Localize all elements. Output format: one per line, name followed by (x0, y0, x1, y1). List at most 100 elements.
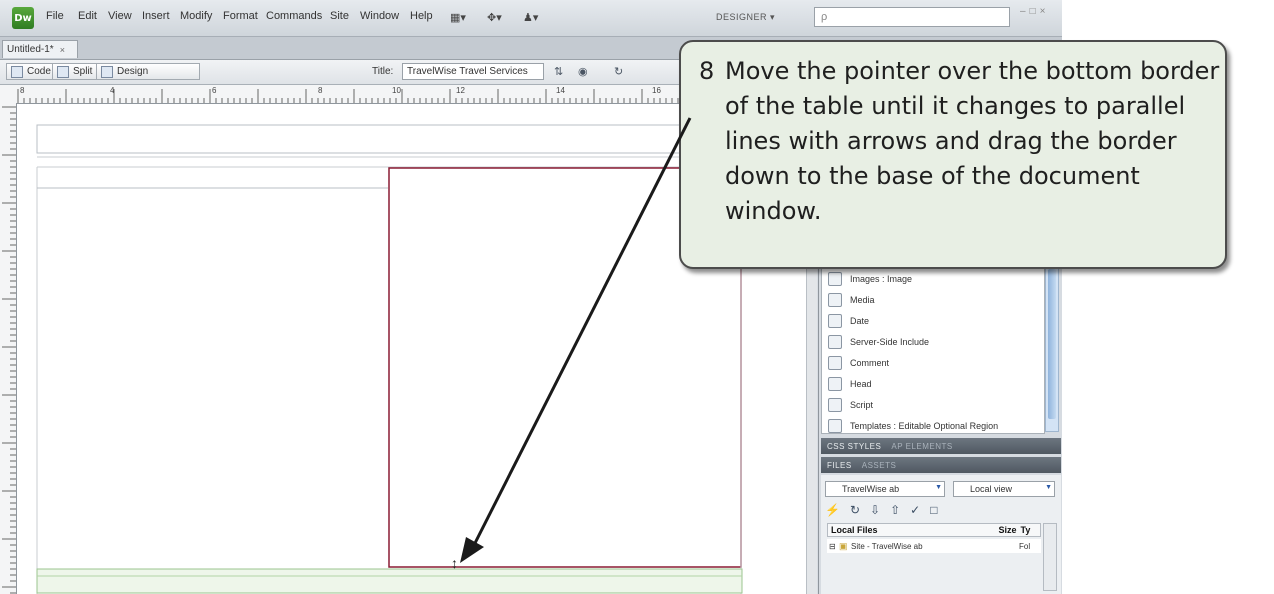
ruler-label: 4 (110, 86, 115, 95)
maximize-icon[interactable]: □ (1030, 6, 1036, 22)
insert-item-images[interactable]: Images : Image (828, 269, 912, 289)
connect-icon[interactable]: ⚡ (825, 503, 840, 517)
ruler-label: 8 (20, 86, 25, 95)
insert-item-templates[interactable]: Templates : Editable Optional Region (828, 416, 998, 436)
view-select-value: Local view (970, 484, 1013, 494)
row-type: Fol (1019, 541, 1031, 551)
insert-item-comment[interactable]: Comment (828, 353, 889, 373)
files-table-header: Local Files Size Ty (827, 523, 1041, 537)
checkout-icon[interactable]: ✓ (910, 503, 920, 517)
vertical-ruler (0, 103, 17, 594)
insert-item-date[interactable]: Date (828, 311, 869, 331)
col-local-files[interactable]: Local Files (828, 525, 958, 535)
extend-icon[interactable]: ✥▾ (487, 9, 502, 25)
panel-tab[interactable]: ASSETS (862, 461, 897, 470)
refresh-icon[interactable]: ↻ (614, 65, 623, 78)
col-size[interactable]: Size (958, 525, 1016, 535)
menu-edit[interactable]: Edit (78, 10, 97, 22)
media-icon (828, 293, 842, 307)
design-icon (101, 65, 113, 78)
header-cell (36, 124, 743, 154)
files-toolbar: ⚡ ↻ ⇩ ⇧ ✓ □ (825, 503, 937, 517)
insert-item-head[interactable]: Head (828, 374, 872, 394)
minimize-icon[interactable]: – (1020, 6, 1026, 22)
insert-item-ssi[interactable]: Server-Side Include (828, 332, 929, 352)
image-icon (828, 272, 842, 286)
workspace-switcher[interactable]: DESIGNER ▾ (716, 8, 796, 26)
panel-title: FILES (827, 460, 852, 470)
document-tab-label: Untitled-1* (7, 44, 54, 55)
item-label: Script (850, 400, 874, 410)
ruler-label: 16 (652, 86, 661, 95)
menu-help[interactable]: Help (410, 10, 433, 22)
row-label: Site - TravelWise ab (851, 541, 923, 551)
item-label: Images : Image (850, 274, 913, 284)
menu-site[interactable]: Site (330, 10, 349, 22)
server-include-icon (828, 335, 842, 349)
title-label: Title: (372, 66, 394, 77)
ruler-ticks (2, 106, 16, 594)
scroll-thumb[interactable] (1048, 269, 1056, 419)
chevron-down-icon: ▼ (935, 484, 942, 491)
ruler-label: 8 (318, 86, 323, 95)
put-icon[interactable]: ⇧ (890, 503, 900, 517)
chevron-down-icon: ▼ (1045, 484, 1052, 491)
code-view-button[interactable]: Code (6, 63, 58, 80)
file-management-icon[interactable]: ⇅ (554, 65, 563, 78)
ruler-label: 10 (392, 86, 401, 95)
expand-toggle-icon[interactable]: ⊟ (827, 542, 839, 551)
ruler-label: 6 (212, 86, 217, 95)
folder-icon: ▣ (839, 540, 848, 551)
split-view-button[interactable]: Split (52, 63, 100, 80)
close-icon[interactable]: × (1040, 6, 1046, 22)
menu-file[interactable]: File (46, 10, 64, 22)
menu-bar: Dw File Edit View Insert Modify Format C… (0, 0, 1062, 37)
code-label: Code (27, 66, 51, 77)
site-select-value: TravelWise ab (842, 484, 900, 494)
design-view-button[interactable]: Design (96, 63, 200, 80)
get-icon[interactable]: ⇩ (870, 503, 880, 517)
refresh-icon[interactable]: ↻ (850, 503, 860, 517)
files-panel-header[interactable]: FILES ASSETS (821, 457, 1061, 473)
title-input[interactable]: TravelWise Travel Services (402, 63, 544, 80)
head-icon (828, 377, 842, 391)
css-styles-panel-header[interactable]: CSS STYLES AP ELEMENTS (821, 438, 1061, 454)
menu-window[interactable]: Window (360, 10, 399, 22)
files-panel: TravelWise ab ▼ Local view ▼ ⚡ ↻ ⇩ ⇧ ✓ □ L… (821, 475, 1061, 594)
site-select[interactable]: TravelWise ab ▼ (825, 481, 945, 497)
menu-commands[interactable]: Commands (266, 10, 322, 22)
col-type[interactable]: Ty (1016, 525, 1040, 535)
menu-view[interactable]: View (108, 10, 132, 22)
files-row-site[interactable]: ⊟ ▣ Site - TravelWise ab Fol (827, 539, 1041, 553)
layout-icon[interactable]: ▦▾ (450, 9, 466, 25)
ruler-label: 12 (456, 86, 465, 95)
menu-format[interactable]: Format (223, 10, 258, 22)
document-tab[interactable]: Untitled-1* × (2, 40, 78, 58)
window-controls[interactable]: – □ × (1020, 6, 1060, 22)
step-text: Move the pointer over the bottom border … (725, 57, 1220, 225)
files-scrollbar[interactable] (1043, 523, 1057, 591)
preview-icon[interactable]: ◉ (578, 65, 588, 78)
insert-item-media[interactable]: Media (828, 290, 875, 310)
search-input[interactable]: ρ (814, 7, 1010, 27)
panel-tab[interactable]: AP ELEMENTS (891, 442, 952, 451)
site-icon[interactable]: ♟▾ (523, 9, 538, 25)
menu-modify[interactable]: Modify (180, 10, 212, 22)
ruler-label: 14 (556, 86, 565, 95)
item-label: Comment (850, 358, 890, 368)
expand-icon[interactable]: □ (930, 503, 937, 517)
menu-insert[interactable]: Insert (142, 10, 170, 22)
template-icon (828, 419, 842, 433)
resize-cursor-icon: ↕ (451, 555, 458, 571)
item-label: Head (850, 379, 872, 389)
split-icon (57, 65, 69, 78)
item-label: Media (850, 295, 875, 305)
insert-item-script[interactable]: Script (828, 395, 873, 415)
insert-panel-scrollbar[interactable] (1045, 264, 1059, 432)
view-select[interactable]: Local view ▼ (953, 481, 1055, 497)
tab-close-icon[interactable]: × (60, 45, 65, 55)
item-label: Templates : Editable Optional Region (850, 421, 999, 431)
footer-row (36, 568, 743, 594)
insert-panel-list: Images : Image Media Date Server-Side In… (821, 264, 1045, 434)
code-icon (11, 65, 23, 78)
